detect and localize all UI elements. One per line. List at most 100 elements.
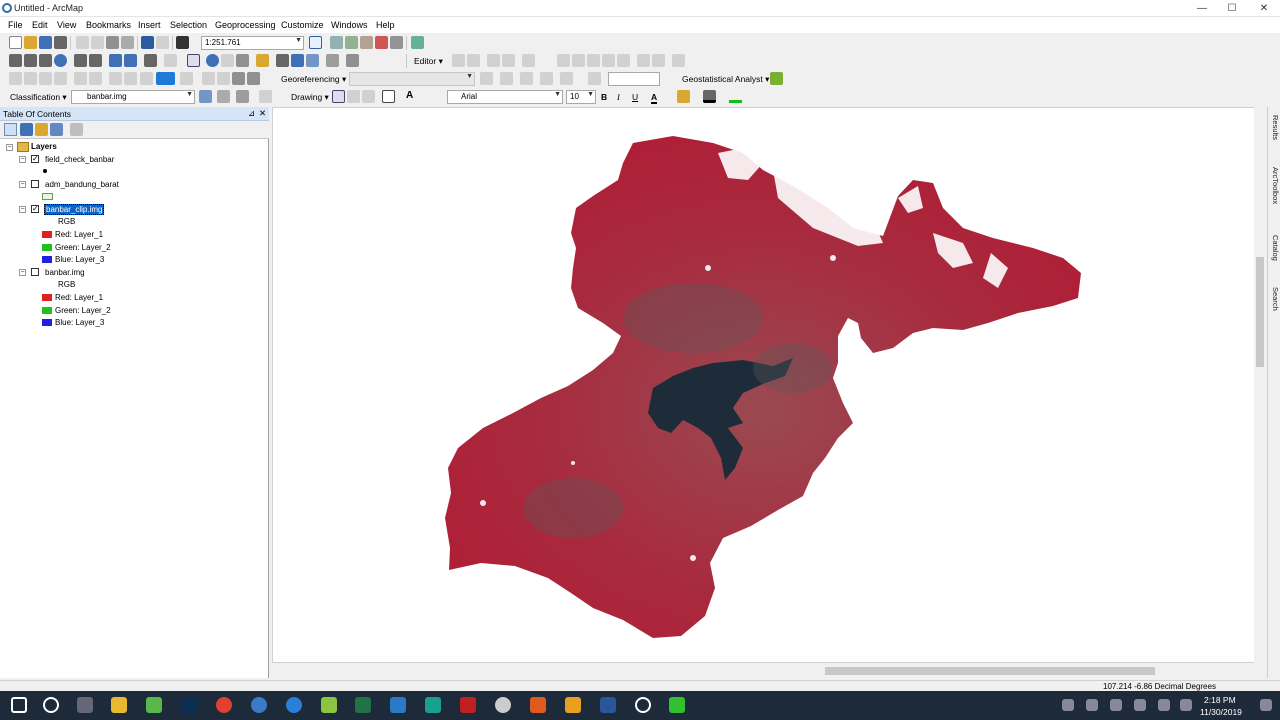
toggle-draft-mode-icon[interactable]	[180, 72, 193, 85]
cut-polygons-icon[interactable]	[587, 54, 600, 67]
line-color-icon[interactable]	[703, 90, 716, 103]
pan-hand-icon[interactable]	[39, 54, 52, 67]
change-layout-icon[interactable]	[217, 72, 230, 85]
select-elements-icon[interactable]	[187, 54, 200, 67]
task-view-icon[interactable]	[77, 697, 93, 713]
table-of-contents-icon[interactable]	[330, 36, 343, 49]
layer-banbar-img[interactable]: banbar.img	[45, 268, 85, 277]
georeferencing-menu[interactable]: Georeferencing ▾	[281, 74, 346, 85]
identify-icon[interactable]	[206, 54, 219, 67]
attributes-icon[interactable]	[637, 54, 650, 67]
layer-checkbox[interactable]: ✓	[31, 205, 39, 213]
toc-options-icon[interactable]	[70, 123, 83, 136]
vertical-scrollbar[interactable]	[1254, 107, 1266, 663]
classification-menu[interactable]: Classification ▾	[10, 92, 67, 103]
horizontal-scrollbar[interactable]	[272, 664, 1255, 678]
python-window-icon[interactable]	[390, 36, 403, 49]
go-to-xy-icon[interactable]	[306, 54, 319, 67]
sketch-properties-icon[interactable]	[652, 54, 665, 67]
back-arrow-icon[interactable]	[109, 54, 122, 67]
search-icon[interactable]	[43, 697, 59, 713]
bold-button[interactable]: B	[601, 92, 607, 102]
camtasia-icon[interactable]	[669, 697, 685, 713]
layout-forward-icon[interactable]	[140, 72, 153, 85]
arctoolbox-icon[interactable]	[375, 36, 388, 49]
layer-checkbox[interactable]	[31, 180, 39, 188]
reshape-icon[interactable]	[572, 54, 585, 67]
app-icon[interactable]	[321, 697, 337, 713]
undo-icon[interactable]	[141, 36, 154, 49]
layer-field-check-banbar[interactable]: field_check_banbar	[45, 155, 114, 164]
classification-tools-icon[interactable]	[217, 90, 230, 103]
arcgis-pro-icon[interactable]	[286, 697, 302, 713]
html-popup-icon[interactable]	[236, 54, 249, 67]
layout-zoom-out-icon[interactable]	[24, 72, 37, 85]
text-tool-icon[interactable]: A	[406, 90, 413, 101]
time-slider-icon[interactable]	[326, 54, 339, 67]
list-by-selection-icon[interactable]	[50, 123, 63, 136]
new-document-icon[interactable]	[9, 36, 22, 49]
classification-histogram-icon[interactable]	[199, 90, 212, 103]
paste-icon[interactable]	[106, 36, 119, 49]
menu-file[interactable]: File	[8, 20, 23, 30]
shift-georef-icon[interactable]	[500, 72, 513, 85]
drawing-menu[interactable]: Drawing ▾	[291, 92, 329, 103]
layout-zoom-100-icon[interactable]	[109, 72, 122, 85]
data-driven-pages-icon[interactable]	[232, 72, 245, 85]
full-extent-globe-icon[interactable]	[54, 54, 67, 67]
filezilla-icon[interactable]	[460, 697, 476, 713]
edit-annotation-icon[interactable]	[467, 54, 480, 67]
app-icon[interactable]	[565, 697, 581, 713]
app-icon[interactable]	[495, 697, 511, 713]
trace-icon[interactable]	[522, 54, 535, 67]
language-icon[interactable]	[1180, 699, 1192, 711]
menu-bookmarks[interactable]: Bookmarks	[86, 20, 131, 30]
editor-menu[interactable]: Editor ▾	[414, 56, 443, 67]
geostatistical-analyst-menu[interactable]: Geostatistical Analyst ▾	[682, 74, 769, 85]
georef-layer-combo[interactable]: ▼	[349, 72, 475, 86]
font-size-combo[interactable]: 10 ▼	[566, 90, 596, 104]
print-icon[interactable]	[54, 36, 67, 49]
menu-windows[interactable]: Windows	[331, 20, 368, 30]
excel-icon[interactable]	[355, 697, 371, 713]
layers-collapse-icon[interactable]: −	[6, 144, 13, 151]
marker-color-icon[interactable]	[729, 90, 742, 103]
menu-view[interactable]: View	[57, 20, 76, 30]
arctoolbox-tab[interactable]: ArcToolbox	[1269, 167, 1280, 204]
volume-icon[interactable]	[1158, 699, 1170, 711]
classify-icon[interactable]	[259, 90, 272, 103]
catalog-tab[interactable]: Catalog	[1269, 235, 1280, 261]
vertical-scroll-thumb[interactable]	[1256, 257, 1264, 367]
clock-time[interactable]: 2:18 PM	[1204, 695, 1236, 705]
fixed-zoom-in-icon[interactable]	[74, 54, 87, 67]
zoom-in-icon[interactable]	[9, 54, 22, 67]
search-tab[interactable]: Search	[1269, 287, 1280, 311]
catalog-icon[interactable]	[345, 36, 358, 49]
straight-segment-icon[interactable]	[487, 54, 500, 67]
save-icon[interactable]	[39, 36, 52, 49]
drawing-select-icon[interactable]	[332, 90, 345, 103]
add-control-points-icon[interactable]	[520, 72, 533, 85]
layer-checkbox[interactable]	[31, 268, 39, 276]
obs-icon[interactable]	[635, 697, 651, 713]
viewer-icon[interactable]	[560, 72, 573, 85]
forward-arrow-icon[interactable]	[124, 54, 137, 67]
georef-input-field[interactable]	[608, 72, 660, 86]
editor-toolbar-icon[interactable]	[309, 36, 322, 49]
geostat-wizard-icon[interactable]	[770, 72, 783, 85]
app-icon[interactable]	[530, 697, 546, 713]
menu-geoprocessing[interactable]: Geoprocessing	[215, 20, 276, 30]
word-icon[interactable]	[600, 697, 616, 713]
list-by-drawing-order-icon[interactable]	[4, 123, 17, 136]
menu-help[interactable]: Help	[376, 20, 395, 30]
rectangle-icon[interactable]	[382, 90, 395, 103]
vscode-icon[interactable]	[390, 697, 406, 713]
pin-icon[interactable]: ⊿	[248, 108, 255, 119]
layers-root[interactable]: Layers	[31, 142, 57, 151]
edit-tool-icon[interactable]	[452, 54, 465, 67]
layer-adm-bandung-barat[interactable]: adm_bandung_barat	[45, 180, 119, 189]
battery-icon[interactable]	[1110, 699, 1122, 711]
edit-vertices-icon[interactable]	[557, 54, 570, 67]
fixed-zoom-out-icon[interactable]	[89, 54, 102, 67]
envi-icon[interactable]	[425, 697, 441, 713]
